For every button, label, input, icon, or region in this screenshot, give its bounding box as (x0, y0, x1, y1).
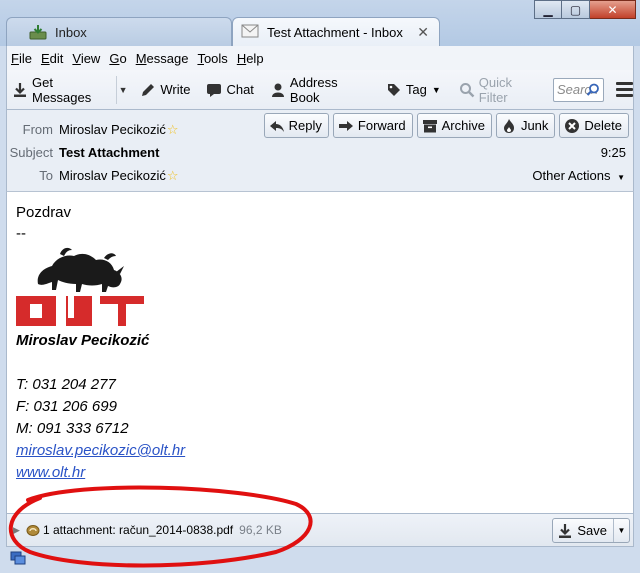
menu-view[interactable]: View (72, 51, 100, 66)
star-icon[interactable]: ☆ (167, 168, 179, 183)
tag-dropdown-icon: ▼ (431, 84, 441, 95)
tag-icon (386, 82, 402, 98)
forward-arrow-icon (338, 118, 354, 134)
save-label: Save (577, 523, 607, 538)
signature-fax: F: 031 206 699 (16, 398, 117, 415)
other-actions-dropdown[interactable]: Other Actions ▼ (532, 168, 625, 183)
paperclip-icon (25, 522, 41, 538)
to-name: Miroslav Pecikozić (59, 168, 166, 183)
from-value[interactable]: Miroslav Pecikozić☆ (59, 122, 179, 138)
save-dropdown-icon[interactable]: ▼ (613, 519, 629, 542)
save-download-icon (557, 523, 573, 539)
person-icon (270, 82, 286, 98)
archive-button[interactable]: Archive (416, 113, 492, 138)
tab-test-attachment[interactable]: Test Attachment - Inbox ✕ (232, 17, 440, 46)
get-messages-button[interactable]: Get Messages (7, 74, 116, 105)
delete-button[interactable]: Delete (559, 113, 629, 138)
save-button-main[interactable]: Save (553, 519, 613, 542)
subject-value: Test Attachment (59, 145, 160, 160)
flame-icon (501, 118, 517, 134)
to-label: To (39, 168, 53, 183)
attachment-bar: ▶ 1 attachment: račun_2014-0838.pdf 96,2… (6, 513, 634, 547)
signature-separator: -- (16, 225, 26, 242)
search-icon (586, 83, 600, 100)
star-icon[interactable]: ☆ (167, 122, 179, 137)
signature-mobile: M: 091 333 6712 (16, 420, 129, 437)
message-body: Pozdrav -- Miroslav Pecikozić T: 031 204… (6, 192, 634, 513)
tag-label: Tag (405, 82, 427, 97)
subject-label: Subject (9, 145, 53, 160)
reply-arrow-icon (269, 118, 285, 134)
message-time: 9:25 (600, 145, 626, 160)
maximize-button[interactable]: ▢ (562, 0, 590, 19)
delete-circle-x-icon (564, 118, 580, 134)
reply-label: Reply (288, 118, 322, 133)
signature-email-link[interactable]: miroslav.pecikozic@olt.hr (16, 442, 185, 459)
quick-filter-label: Quick Filter (478, 74, 512, 105)
tab-inbox-label: Inbox (55, 24, 87, 40)
quick-filter-button[interactable]: Quick Filter (454, 74, 547, 105)
message-action-buttons: Reply Forward Archive Junk Delete (260, 113, 629, 138)
download-arrow-icon (12, 82, 28, 98)
tab-inbox[interactable]: Inbox (6, 17, 232, 46)
attachment-size: 96,2 KB (239, 523, 282, 537)
tab-test-attachment-label: Test Attachment - Inbox (267, 24, 403, 40)
menu-message[interactable]: Message (136, 51, 189, 66)
to-value[interactable]: Miroslav Pecikozić☆ (59, 168, 179, 184)
status-bar (0, 547, 640, 573)
title-bar: Inbox Test Attachment - Inbox ✕ ▁ ▢ ✕ (0, 0, 640, 46)
envelope-icon (241, 24, 259, 40)
expand-attachments-icon[interactable]: ▶ (13, 525, 23, 536)
write-label: Write (160, 82, 191, 97)
filter-magnifier-icon (459, 82, 475, 98)
delete-label: Delete (584, 118, 622, 133)
close-tab-icon[interactable]: ✕ (417, 24, 429, 41)
other-actions-label: Other Actions (532, 168, 611, 183)
forward-label: Forward (357, 118, 406, 133)
inbox-download-icon (29, 24, 47, 40)
window-controls: ▁ ▢ ✕ (534, 0, 636, 19)
address-book-label: Address Book (289, 74, 338, 105)
chat-bubble-icon (206, 82, 222, 98)
attachment-name[interactable]: 1 attachment: račun_2014-0838.pdf (43, 523, 233, 537)
get-messages-dropdown[interactable]: ▼ (115, 75, 130, 104)
forward-button[interactable]: Forward (332, 113, 413, 138)
save-attachment-button[interactable]: Save ▼ (552, 518, 630, 543)
menu-edit[interactable]: Edit (41, 51, 63, 66)
chevron-down-icon: ▼ (617, 173, 625, 182)
menu-file[interactable]: File (11, 51, 32, 66)
chat-label: Chat (226, 82, 254, 97)
from-name: Miroslav Pecikozić (59, 122, 166, 137)
olt-logo-image (16, 244, 144, 330)
archive-box-icon (422, 118, 438, 134)
signature-phone: T: 031 204 277 (16, 376, 116, 393)
search-input[interactable]: Search (552, 77, 604, 102)
junk-button[interactable]: Junk (495, 113, 556, 138)
greeting-text: Pozdrav (16, 204, 72, 221)
menu-help[interactable]: Help (237, 51, 264, 66)
reply-button[interactable]: Reply (263, 113, 329, 138)
signature-website-link[interactable]: www.olt.hr (16, 464, 85, 481)
from-label: From (22, 122, 53, 137)
junk-label: Junk (520, 118, 549, 133)
menu-bar: File Edit View Go Message Tools Help (6, 46, 634, 70)
archive-label: Archive (441, 118, 485, 133)
pencil-icon (140, 82, 156, 98)
minimize-button[interactable]: ▁ (534, 0, 562, 19)
network-status-icon[interactable] (10, 550, 26, 566)
menu-tools[interactable]: Tools (197, 51, 227, 66)
signature-name: Miroslav Pecikozić (16, 332, 150, 349)
address-book-button[interactable]: Address Book (265, 74, 373, 105)
message-header: From Miroslav Pecikozić☆ Subject Test At… (6, 110, 634, 192)
menu-go[interactable]: Go (109, 51, 126, 66)
get-messages-label: Get Messages (32, 74, 92, 105)
main-toolbar: Get Messages ▼ Write Chat Address Book T… (6, 70, 634, 110)
chat-button[interactable]: Chat (201, 76, 258, 104)
close-window-button[interactable]: ✕ (590, 0, 636, 19)
write-button[interactable]: Write (135, 76, 195, 104)
tag-button[interactable]: Tag ▼ (381, 76, 446, 104)
app-menu-icon[interactable] (615, 79, 633, 100)
